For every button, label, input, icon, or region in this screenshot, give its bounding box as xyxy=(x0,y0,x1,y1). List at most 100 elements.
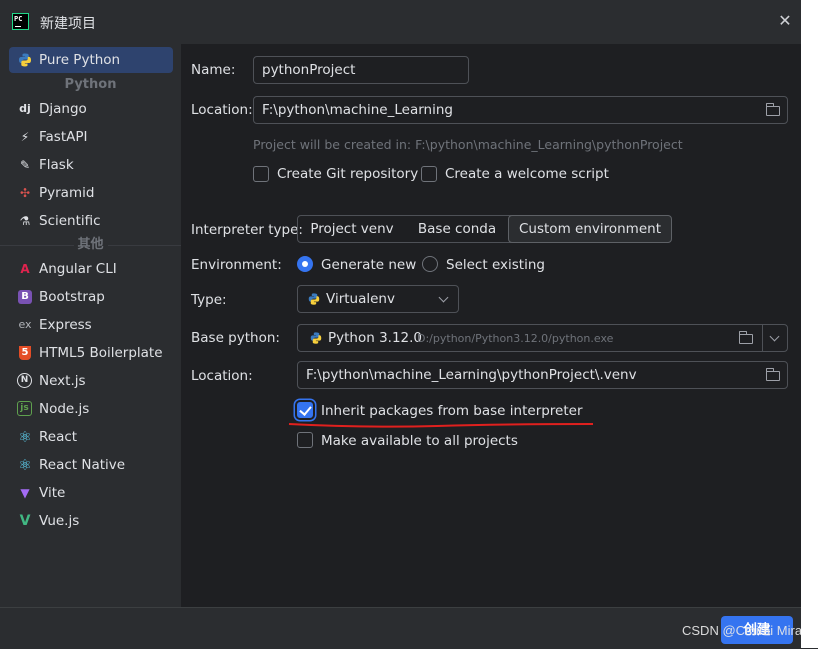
sidebar-item-pure-python[interactable]: Pure Python xyxy=(9,47,173,73)
new-project-dialog: PC 新建项目 ✕ Pure Python Python dj Django ⚡… xyxy=(0,0,805,649)
project-location-input[interactable]: F:\python\machine_Learning xyxy=(253,96,788,124)
sidebar-item-label: Scientific xyxy=(39,213,101,229)
dialog-footer xyxy=(0,607,801,649)
sidebar-item-express[interactable]: ex Express xyxy=(9,312,173,338)
sidebar-item-label: Django xyxy=(39,101,87,117)
select-existing-radio[interactable] xyxy=(422,256,438,272)
inherit-packages-label: Inherit packages from base interpreter xyxy=(321,403,583,419)
django-icon: dj xyxy=(19,102,31,115)
sidebar-item-nodejs[interactable]: js Node.js xyxy=(9,396,173,422)
group-header-python: Python xyxy=(64,77,117,92)
sidebar-item-label: Vite xyxy=(39,485,66,501)
sidebar-item-nextjs[interactable]: N Next.js xyxy=(9,368,173,394)
tab-custom-environment[interactable]: Custom environment xyxy=(508,215,672,243)
interpreter-type-segmented: Project venv Base conda Custom environme… xyxy=(297,215,672,243)
venv-location-input[interactable]: F:\python\machine_Learning\pythonProject… xyxy=(297,361,788,389)
sidebar-item-html5-boilerplate[interactable]: 5 HTML5 Boilerplate xyxy=(9,340,173,366)
browse-folder-icon[interactable] xyxy=(765,103,780,116)
sidebar-item-react-native[interactable]: ⚛ React Native xyxy=(9,452,173,478)
venv-location-label: Location: xyxy=(191,368,253,384)
sidebar-item-vite[interactable]: ▼ Vite xyxy=(9,480,173,506)
sidebar-item-label: Next.js xyxy=(39,373,86,389)
title-bar: PC 新建项目 ✕ xyxy=(0,0,801,44)
react-native-icon: ⚛ xyxy=(18,456,32,474)
tab-project-venv[interactable]: Project venv xyxy=(298,216,406,242)
name-label: Name: xyxy=(191,62,236,78)
sidebar-item-scientific[interactable]: ⚗ Scientific xyxy=(9,208,173,234)
divider xyxy=(762,325,763,351)
python-icon xyxy=(310,332,322,344)
chevron-down-icon[interactable] xyxy=(769,331,780,342)
project-name-input[interactable]: pythonProject xyxy=(253,56,469,84)
virtualenv-icon xyxy=(308,293,320,305)
sidebar-item-vuejs[interactable]: V Vue.js xyxy=(9,508,173,534)
sidebar-item-bootstrap[interactable]: B Bootstrap xyxy=(9,284,173,310)
welcome-script-checkbox[interactable] xyxy=(421,166,437,182)
inherit-packages-checkbox[interactable] xyxy=(297,402,313,418)
sidebar-item-label: Vue.js xyxy=(39,513,80,529)
sidebar-item-label: Node.js xyxy=(39,401,90,417)
sidebar-item-label: Pure Python xyxy=(39,52,121,68)
sidebar-item-label: HTML5 Boilerplate xyxy=(39,345,163,361)
html5-icon: 5 xyxy=(19,346,31,360)
nextjs-icon: N xyxy=(17,373,32,388)
select-existing-label: Select existing xyxy=(446,257,545,273)
chevron-down-icon xyxy=(438,292,449,303)
sidebar-item-label: React xyxy=(39,429,78,445)
welcome-script-label: Create a welcome script xyxy=(445,166,609,182)
sidebar-item-label: Flask xyxy=(39,157,74,173)
background-outside-window xyxy=(801,0,818,648)
browse-folder-icon[interactable] xyxy=(765,368,780,381)
make-available-checkbox[interactable] xyxy=(297,432,313,448)
sidebar-item-label: Pyramid xyxy=(39,185,95,201)
sidebar-item-label: Express xyxy=(39,317,92,333)
venv-location-value: F:\python\machine_Learning\pythonProject… xyxy=(306,367,637,383)
base-python-version: Python 3.12.0 xyxy=(328,330,423,346)
interpreter-type-label: Interpreter type: xyxy=(191,222,303,238)
nodejs-icon: js xyxy=(17,401,32,416)
sidebar-item-pyramid[interactable]: ✣ Pyramid xyxy=(9,180,173,206)
angular-icon: A xyxy=(20,262,30,276)
close-icon[interactable]: ✕ xyxy=(774,10,796,32)
fastapi-icon: ⚡ xyxy=(20,130,30,144)
sidebar-item-fastapi[interactable]: ⚡ FastAPI xyxy=(9,124,173,150)
vite-icon: ▼ xyxy=(20,486,30,500)
type-label: Type: xyxy=(191,292,227,308)
python-icon xyxy=(17,52,33,68)
project-location-value: F:\python\machine_Learning xyxy=(262,102,453,118)
dialog-title: 新建项目 xyxy=(40,16,96,32)
tab-base-conda[interactable]: Base conda xyxy=(406,216,508,242)
base-python-dropdown[interactable]: Python 3.12.0 D:/python/Python3.12.0/pyt… xyxy=(297,324,788,352)
pyramid-icon: ✣ xyxy=(19,186,31,200)
sidebar-item-label: React Native xyxy=(39,457,126,473)
pycharm-logo-icon: PC xyxy=(12,13,29,30)
red-underline-annotation xyxy=(288,423,594,428)
scientific-icon: ⚗ xyxy=(19,214,31,228)
create-git-label: Create Git repository xyxy=(277,166,419,182)
location-label: Location: xyxy=(191,102,253,118)
base-python-label: Base python: xyxy=(191,330,280,346)
sidebar-item-angular-cli[interactable]: A Angular CLI xyxy=(9,256,173,282)
sidebar-item-label: Angular CLI xyxy=(39,261,117,277)
sidebar-item-label: Bootstrap xyxy=(39,289,105,305)
type-value: Virtualenv xyxy=(326,291,395,307)
generate-new-label: Generate new xyxy=(321,257,417,273)
project-type-sidebar: Pure Python Python dj Django ⚡ FastAPI ✎… xyxy=(0,44,182,607)
react-icon: ⚛ xyxy=(18,428,32,446)
generate-new-radio[interactable] xyxy=(297,256,313,272)
type-dropdown[interactable]: Virtualenv xyxy=(297,285,459,313)
sidebar-item-react[interactable]: ⚛ React xyxy=(9,424,173,450)
make-available-label: Make available to all projects xyxy=(321,433,518,449)
sidebar-item-label: FastAPI xyxy=(39,129,88,145)
group-header-other: 其他 xyxy=(0,236,181,254)
sidebar-item-flask[interactable]: ✎ Flask xyxy=(9,152,173,178)
environment-label: Environment: xyxy=(191,257,282,273)
location-hint: Project will be created in: F:\python\ma… xyxy=(253,137,683,152)
create-git-checkbox[interactable] xyxy=(253,166,269,182)
browse-folder-icon[interactable] xyxy=(738,331,753,344)
flask-icon: ✎ xyxy=(19,158,31,172)
vue-icon: V xyxy=(19,513,31,529)
base-python-path: D:/python/Python3.12.0/python.exe xyxy=(417,332,614,345)
csdn-watermark: CSDN @Cmirai Mirai xyxy=(682,623,805,638)
sidebar-item-django[interactable]: dj Django xyxy=(9,96,173,122)
